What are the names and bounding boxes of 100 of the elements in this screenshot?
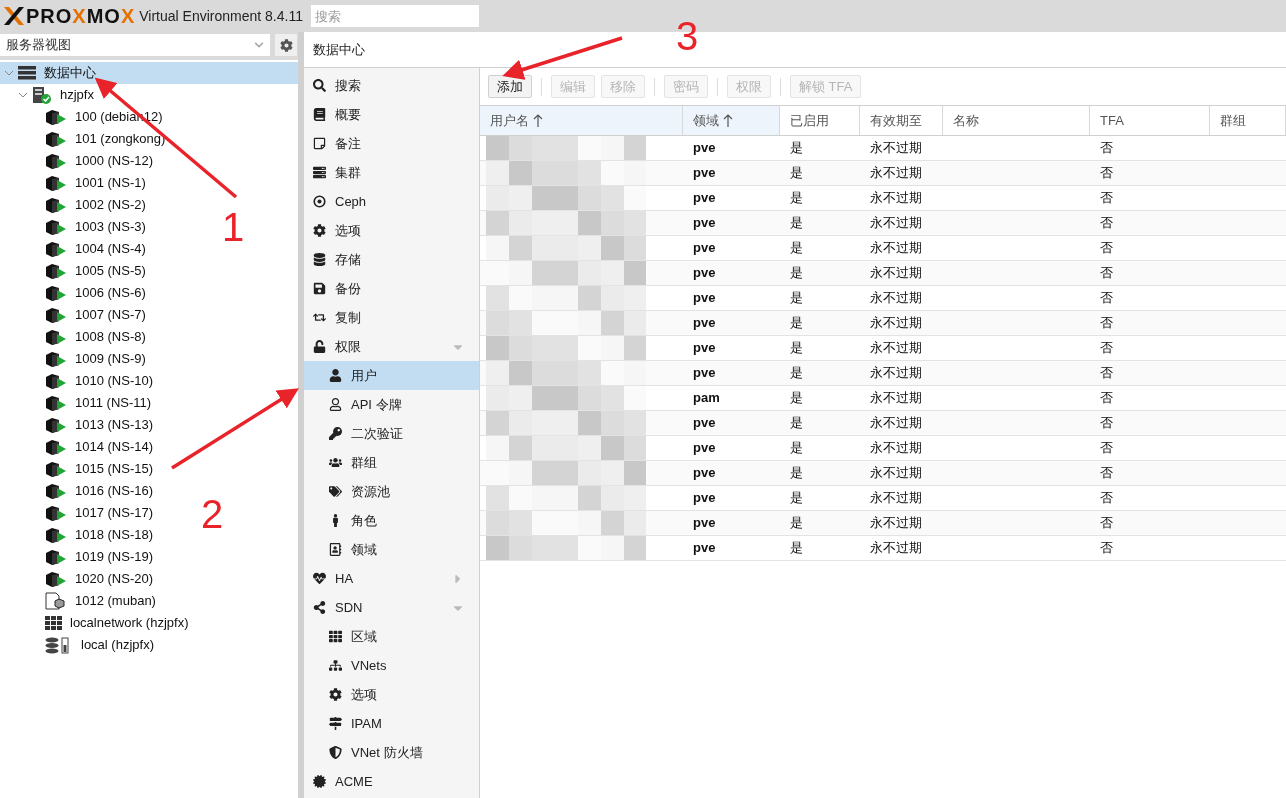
table-cell-text: pve xyxy=(693,464,716,483)
tree-item[interactable]: 1006 (NS-6) xyxy=(0,282,150,304)
nav-item[interactable]: 用户 xyxy=(304,361,479,390)
tree-item[interactable]: 1002 (NS-2) xyxy=(0,194,150,216)
nav-item[interactable]: 概要 xyxy=(304,100,479,129)
column-header[interactable]: 用户名 xyxy=(480,106,683,135)
table-cell-text: 是 xyxy=(790,189,803,208)
nav-item[interactable]: API 令牌 xyxy=(304,390,479,419)
tree-item[interactable]: 1003 (NS-3) xyxy=(0,216,150,238)
table-cell-text: 否 xyxy=(1100,289,1113,308)
nav-item[interactable]: 备份 xyxy=(304,274,479,303)
address-book-icon xyxy=(329,543,342,556)
settings-button[interactable] xyxy=(275,34,297,56)
tree-item[interactable]: 1017 (NS-17) xyxy=(0,502,158,524)
chevron-icon xyxy=(254,40,264,50)
nav-item[interactable]: 集群 xyxy=(304,158,479,187)
nav-item[interactable]: VNets xyxy=(304,651,479,680)
table-cell-text: 永不过期 xyxy=(870,289,922,308)
table-cell-text: 是 xyxy=(790,339,803,358)
tree-item[interactable]: 1004 (NS-4) xyxy=(0,238,150,260)
nav-item[interactable]: SDN xyxy=(304,593,479,622)
nav-item[interactable]: HA xyxy=(304,564,479,593)
view-dropdown[interactable]: 服务器视图 xyxy=(0,34,270,56)
book-icon xyxy=(313,108,326,121)
nav-item[interactable]: 群组 xyxy=(304,448,479,477)
tree-item[interactable]: 1007 (NS-7) xyxy=(0,304,150,326)
table-cell-text: pve xyxy=(693,489,716,508)
table-cell-text: 是 xyxy=(790,239,803,258)
table-cell-text: 永不过期 xyxy=(870,539,922,558)
nav-item[interactable]: 领域 xyxy=(304,535,479,564)
table-cell-text: 是 xyxy=(790,414,803,433)
tree-item[interactable]: 1005 (NS-5) xyxy=(0,260,150,282)
logo-icon xyxy=(3,6,25,26)
table-cell-text: 是 xyxy=(790,464,803,483)
table-cell-text: pve xyxy=(693,164,716,183)
table-cell-text: 是 xyxy=(790,364,803,383)
tree-item[interactable]: 1008 (NS-8) xyxy=(0,326,150,348)
table-cell-text: 否 xyxy=(1100,189,1113,208)
heartbeat-icon xyxy=(313,572,326,585)
table-cell-text: 永不过期 xyxy=(870,239,922,258)
share-icon xyxy=(313,601,326,614)
nav-item[interactable]: 存储 xyxy=(304,245,479,274)
chevron-icon[interactable] xyxy=(4,68,14,78)
column-header[interactable]: 领域 xyxy=(683,106,780,135)
table-cell-text: 是 xyxy=(790,439,803,458)
tree-item[interactable]: 1001 (NS-1) xyxy=(0,172,150,194)
table-cell-text: pve xyxy=(693,539,716,558)
chevron-icon[interactable] xyxy=(18,90,28,100)
tree-item[interactable]: 1016 (NS-16) xyxy=(0,480,158,502)
shield-icon xyxy=(329,746,342,759)
nav-item[interactable]: 二次验证 xyxy=(304,419,479,448)
tree-item[interactable]: hzjpfx xyxy=(0,84,98,106)
tree-item[interactable]: 1014 (NS-14) xyxy=(0,436,158,458)
table-cell-text: pve xyxy=(693,139,716,158)
toolbar-button[interactable]: 添加 xyxy=(488,75,532,98)
nav-item[interactable]: 复制 xyxy=(304,303,479,332)
tree-item[interactable]: 1010 (NS-10) xyxy=(0,370,158,392)
table-cell-text: 是 xyxy=(790,289,803,308)
tree-item[interactable]: 1011 (NS-11) xyxy=(0,392,156,414)
table-cell-text: 否 xyxy=(1100,364,1113,383)
tree-item[interactable]: 1012 (muban) xyxy=(0,590,160,612)
nav-item[interactable]: ACME xyxy=(304,767,479,796)
table-cell-text: 否 xyxy=(1100,264,1113,283)
tree-item[interactable]: 1019 (NS-19) xyxy=(0,546,158,568)
tags-icon xyxy=(329,485,342,498)
table-cell-text: 否 xyxy=(1100,489,1113,508)
tree-item[interactable]: 1015 (NS-15) xyxy=(0,458,158,480)
tree-item[interactable]: localnetwork (hzjpfx) xyxy=(0,612,193,634)
tree-item[interactable]: 101 (zongkong) xyxy=(0,128,170,150)
nav-item[interactable]: IPAM xyxy=(304,709,479,738)
nav-item[interactable]: VNet 防火墙 xyxy=(304,738,479,767)
tree-item[interactable]: 1018 (NS-18) xyxy=(0,524,158,546)
nav-item[interactable]: 角色 xyxy=(304,506,479,535)
sitemap-icon xyxy=(329,659,342,672)
nav-item[interactable]: 选项 xyxy=(304,680,479,709)
grid-icon xyxy=(45,616,62,630)
table-cell-text: pve xyxy=(693,414,716,433)
annotation-number: 1 xyxy=(222,207,245,247)
tree-item[interactable]: 1000 (NS-12) xyxy=(0,150,158,172)
nav-item[interactable]: 备注 xyxy=(304,129,479,158)
search-field[interactable]: 搜索 xyxy=(310,5,479,27)
tree-item[interactable]: local (hzjpfx) xyxy=(0,634,158,656)
user-icon xyxy=(329,369,342,382)
tree-item[interactable]: 1009 (NS-9) xyxy=(0,348,150,370)
signpost-icon xyxy=(329,717,342,730)
nav-item[interactable]: Ceph xyxy=(304,187,479,216)
nav-item[interactable]: 搜索 xyxy=(304,71,479,100)
nav-item[interactable]: 选项 xyxy=(304,216,479,245)
table-cell-text: 是 xyxy=(790,214,803,233)
tree-item[interactable]: 1020 (NS-20) xyxy=(0,568,158,590)
certificate-icon xyxy=(313,775,326,788)
table-cell-text: 永不过期 xyxy=(870,214,922,233)
tree-item[interactable]: 1013 (NS-13) xyxy=(0,414,158,436)
table-cell-text: 永不过期 xyxy=(870,339,922,358)
table-cell-text: 否 xyxy=(1100,164,1113,183)
nav-item[interactable]: 区域 xyxy=(304,622,479,651)
nav-item[interactable]: 资源池 xyxy=(304,477,479,506)
table-cell-text: 是 xyxy=(790,164,803,183)
nav-item[interactable]: 权限 xyxy=(304,332,479,361)
table-cell-text: 永不过期 xyxy=(870,164,922,183)
